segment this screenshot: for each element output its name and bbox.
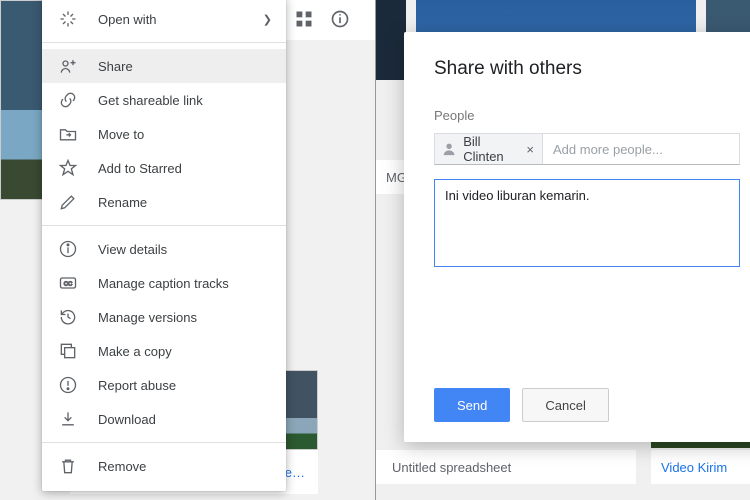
folder-move-icon xyxy=(58,124,78,144)
trash-icon xyxy=(58,456,78,476)
menu-download[interactable]: Download xyxy=(42,402,286,436)
message-textarea[interactable] xyxy=(434,179,740,267)
people-section-label: People xyxy=(434,108,740,123)
menu-label: Get shareable link xyxy=(98,93,203,108)
context-menu: Open with ❯ Share Get shareable link Mov… xyxy=(42,0,286,491)
menu-label: Remove xyxy=(98,459,146,474)
left-screenshot: ▶ Video Kirim Lewat Google Drive.mp4 Ope… xyxy=(0,0,375,500)
menu-report-abuse[interactable]: Report abuse xyxy=(42,368,286,402)
copy-icon xyxy=(58,341,78,361)
right-screenshot: MG- Untitled spreadsheet Video Kirim Sha… xyxy=(375,0,750,500)
menu-label: View details xyxy=(98,242,167,257)
send-button[interactable]: Send xyxy=(434,388,510,422)
submenu-arrow-icon: ❯ xyxy=(263,13,272,26)
chip-remove-icon[interactable]: × xyxy=(524,142,536,157)
background-thumbnail xyxy=(376,0,406,80)
list-view-icon[interactable] xyxy=(293,8,315,30)
download-icon xyxy=(58,409,78,429)
menu-label: Move to xyxy=(98,127,144,142)
captions-icon: CC xyxy=(58,273,78,293)
menu-caption-tracks[interactable]: CC Manage caption tracks xyxy=(42,266,286,300)
spreadsheet-file-label[interactable]: Untitled spreadsheet xyxy=(376,450,636,484)
menu-view-details[interactable]: View details xyxy=(42,232,286,266)
star-icon xyxy=(58,158,78,178)
menu-label: Manage caption tracks xyxy=(98,276,229,291)
menu-label: Manage versions xyxy=(98,310,197,325)
link-icon xyxy=(58,90,78,110)
dialog-button-row: Send Cancel xyxy=(434,388,609,422)
menu-separator xyxy=(42,442,286,443)
menu-get-link[interactable]: Get shareable link xyxy=(42,83,286,117)
cancel-button[interactable]: Cancel xyxy=(522,388,608,422)
menu-separator xyxy=(42,42,286,43)
history-icon xyxy=(58,307,78,327)
open-with-icon xyxy=(58,9,78,29)
dialog-title: Share with others xyxy=(434,58,740,80)
report-icon xyxy=(58,375,78,395)
video-file-label[interactable]: Video Kirim xyxy=(651,450,750,484)
svg-text:CC: CC xyxy=(64,282,72,288)
menu-move-to[interactable]: Move to xyxy=(42,117,286,151)
people-input-row: Bill Clinten × xyxy=(434,133,740,165)
background-thumbnail xyxy=(0,0,46,200)
menu-label: Rename xyxy=(98,195,147,210)
person-icon xyxy=(441,140,457,158)
menu-make-copy[interactable]: Make a copy xyxy=(42,334,286,368)
menu-label: Download xyxy=(98,412,156,427)
menu-label: Add to Starred xyxy=(98,161,182,176)
info-icon[interactable] xyxy=(329,8,351,30)
person-chip[interactable]: Bill Clinten × xyxy=(435,134,543,164)
menu-open-with[interactable]: Open with ❯ xyxy=(42,2,286,36)
details-icon xyxy=(58,239,78,259)
add-people-input[interactable] xyxy=(543,134,739,164)
menu-label: Share xyxy=(98,59,133,74)
menu-versions[interactable]: Manage versions xyxy=(42,300,286,334)
rename-icon xyxy=(58,192,78,212)
share-icon xyxy=(58,56,78,76)
truncated-file-label: MG- xyxy=(376,160,406,194)
menu-label: Open with xyxy=(98,12,157,27)
menu-label: Report abuse xyxy=(98,378,176,393)
menu-label: Make a copy xyxy=(98,344,172,359)
share-dialog: Share with others People Bill Clinten × … xyxy=(404,32,750,442)
menu-remove[interactable]: Remove xyxy=(42,449,286,483)
menu-add-starred[interactable]: Add to Starred xyxy=(42,151,286,185)
menu-share[interactable]: Share xyxy=(42,49,286,83)
menu-rename[interactable]: Rename xyxy=(42,185,286,219)
menu-separator xyxy=(42,225,286,226)
chip-name: Bill Clinten xyxy=(463,134,518,164)
